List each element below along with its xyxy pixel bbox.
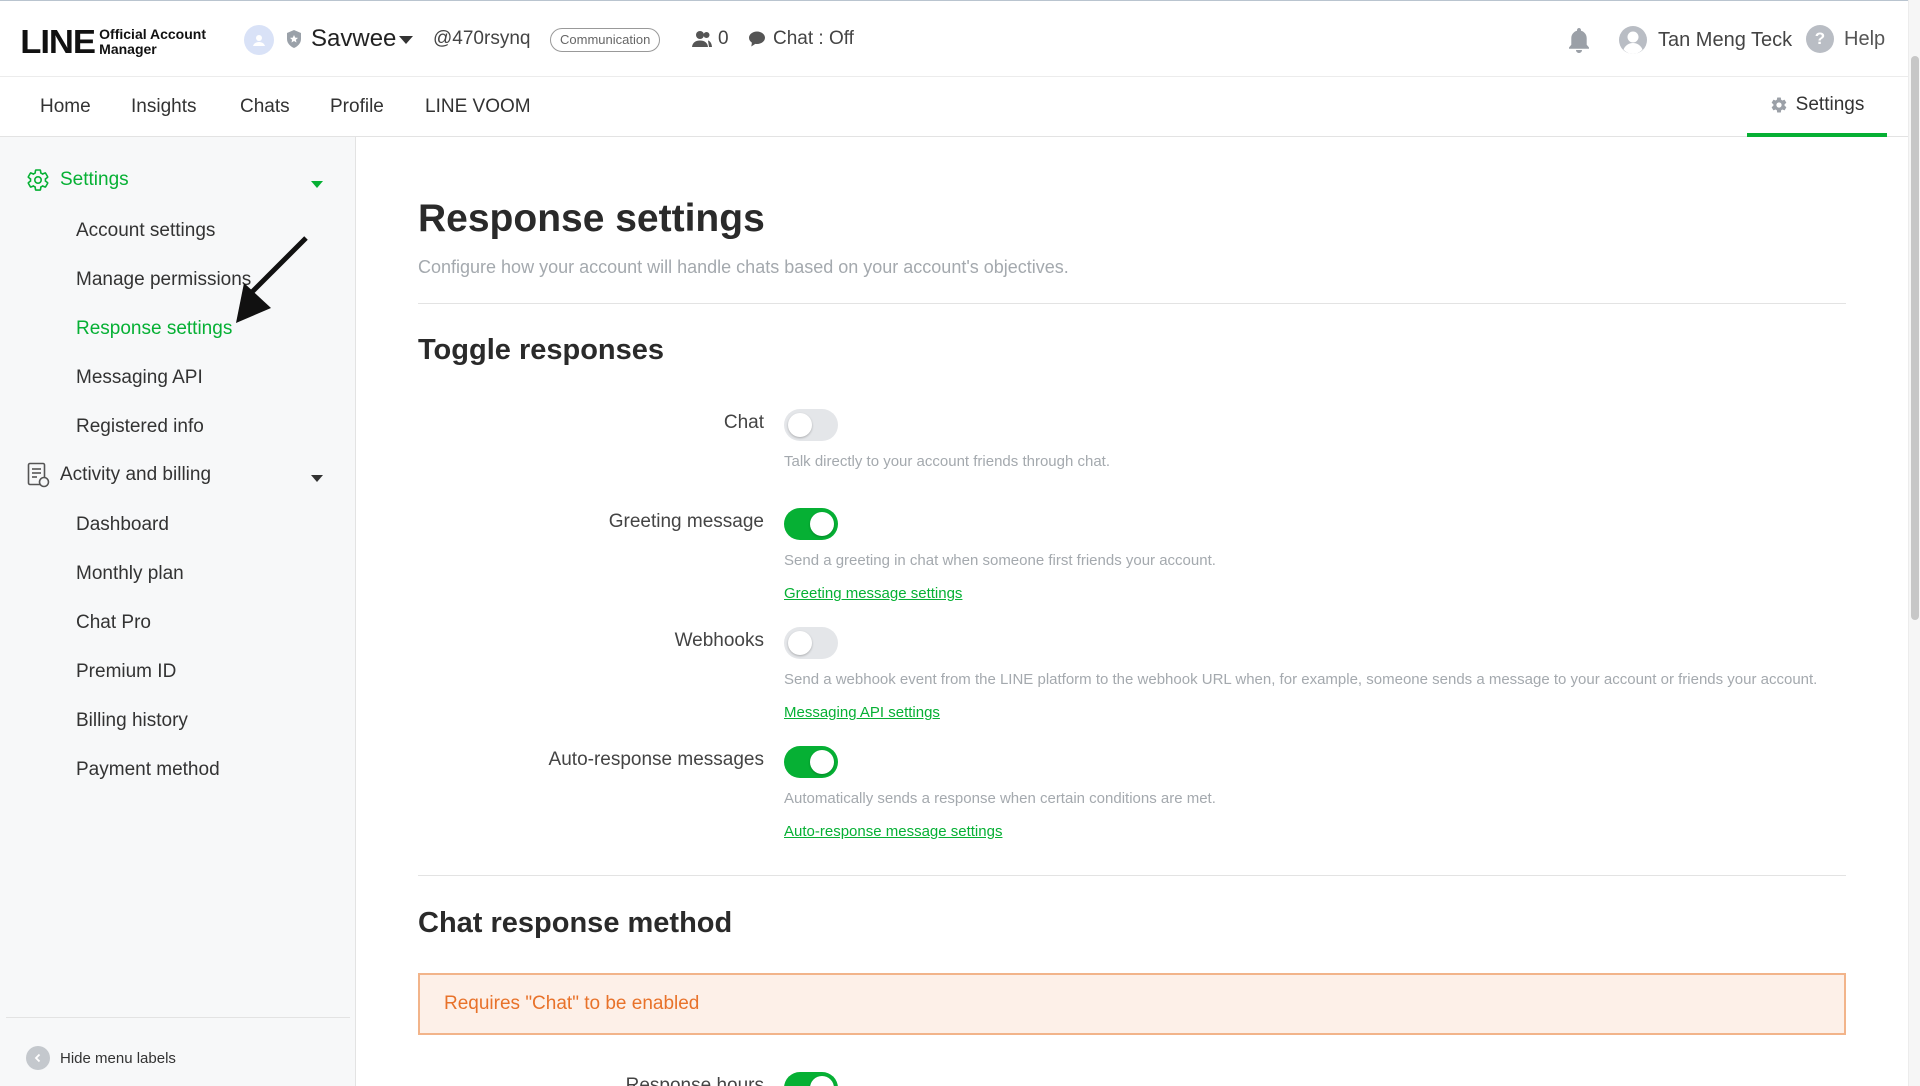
logo-subtitle-line-2: Manager bbox=[99, 41, 157, 57]
greeting-toggle-description: Send a greeting in chat when someone fir… bbox=[784, 552, 1216, 569]
account-id: @470rsynq bbox=[433, 28, 531, 49]
sidebar-item-chat-pro[interactable]: Chat Pro bbox=[76, 612, 151, 634]
chat-toggle[interactable] bbox=[784, 409, 838, 441]
receipt-icon bbox=[27, 462, 50, 488]
webhooks-toggle-label: Webhooks bbox=[674, 630, 764, 651]
chat-status-label: Chat : Off bbox=[773, 28, 854, 49]
chevron-left-icon bbox=[26, 1046, 50, 1070]
toggle-knob bbox=[788, 631, 812, 655]
page-description: Configure how your account will handle c… bbox=[418, 257, 1069, 277]
main-nav: Home Insights Chats Profile LINE VOOM Se… bbox=[0, 77, 1908, 137]
sidebar-section-settings-label: Settings bbox=[60, 169, 129, 190]
sidebar-item-response-settings[interactable]: Response settings bbox=[76, 318, 232, 340]
toggle-knob bbox=[810, 512, 834, 536]
sidebar-item-dashboard[interactable]: Dashboard bbox=[76, 514, 169, 536]
friends-icon bbox=[692, 31, 712, 47]
toggle-knob bbox=[810, 1076, 834, 1086]
toggle-knob bbox=[810, 750, 834, 774]
page-scrollbar[interactable] bbox=[1908, 0, 1920, 1086]
greeting-message-settings-link[interactable]: Greeting message settings bbox=[784, 585, 962, 602]
help-label: Help bbox=[1844, 27, 1886, 50]
user-avatar-icon bbox=[1619, 26, 1647, 54]
notifications-bell-icon[interactable] bbox=[1565, 26, 1593, 59]
account-name[interactable]: Savwee bbox=[311, 25, 396, 53]
sidebar-item-registered-info[interactable]: Registered info bbox=[76, 416, 204, 438]
person-icon bbox=[253, 35, 265, 46]
settings-chevron-down-icon[interactable] bbox=[311, 181, 323, 188]
sidebar-item-account-settings[interactable]: Account settings bbox=[76, 220, 215, 242]
nav-home[interactable]: Home bbox=[40, 96, 91, 118]
sidebar-item-messaging-api[interactable]: Messaging API bbox=[76, 367, 203, 389]
top-bar: LINE Official Account Manager Savwee @47… bbox=[0, 0, 1920, 77]
line-oa-logo[interactable]: LINE Official Account Manager bbox=[20, 23, 206, 61]
warning-text: Requires "Chat" to be enabled bbox=[444, 993, 700, 1014]
toggle-responses-title: Toggle responses bbox=[418, 334, 665, 366]
sidebar-divider bbox=[6, 1017, 350, 1018]
logo-subtitle-line-1: Official Account bbox=[99, 26, 206, 42]
account-avatar[interactable] bbox=[244, 25, 274, 55]
auto-response-toggle-label: Auto-response messages bbox=[548, 749, 764, 770]
gear-icon bbox=[1771, 97, 1786, 113]
user-menu[interactable]: Tan Meng Teck bbox=[1618, 25, 1792, 55]
nav-profile[interactable]: Profile bbox=[330, 96, 384, 118]
nav-chats[interactable]: Chats bbox=[240, 96, 290, 118]
hide-menu-labels-button[interactable]: Hide menu labels bbox=[26, 1046, 176, 1070]
help-link[interactable]: ? Help bbox=[1806, 25, 1885, 53]
response-hours-label: Response hours bbox=[625, 1075, 764, 1086]
webhooks-toggle-description: Send a webhook event from the LINE platf… bbox=[784, 671, 1818, 688]
greeting-message-toggle[interactable] bbox=[784, 508, 838, 540]
chat-toggle-label: Chat bbox=[723, 412, 764, 433]
nav-line-voom[interactable]: LINE VOOM bbox=[425, 96, 531, 118]
account-switch-chevron-down-icon[interactable] bbox=[399, 36, 413, 44]
divider bbox=[418, 875, 1846, 876]
auto-response-toggle[interactable] bbox=[784, 746, 838, 778]
scrollbar-thumb[interactable] bbox=[1911, 56, 1919, 620]
chat-status: Chat : Off bbox=[748, 28, 854, 50]
hide-menu-labels-label: Hide menu labels bbox=[60, 1049, 176, 1067]
nav-insights[interactable]: Insights bbox=[131, 96, 196, 118]
auto-response-toggle-description: Automatically sends a response when cert… bbox=[784, 790, 1216, 807]
chat-bubble-icon bbox=[749, 31, 765, 47]
friends-count-value: 0 bbox=[718, 28, 729, 49]
activity-chevron-down-icon[interactable] bbox=[311, 475, 323, 482]
sidebar-item-monthly-plan[interactable]: Monthly plan bbox=[76, 563, 184, 585]
user-name: Tan Meng Teck bbox=[1658, 28, 1793, 51]
divider bbox=[418, 303, 1846, 304]
friends-count: 0 bbox=[692, 28, 729, 50]
messaging-api-settings-link[interactable]: Messaging API settings bbox=[784, 704, 940, 721]
toggle-knob bbox=[788, 413, 812, 437]
sidebar-section-activity-label: Activity and billing bbox=[60, 464, 212, 485]
page-title: Response settings bbox=[418, 197, 765, 240]
logo-wordmark: LINE bbox=[20, 23, 96, 60]
sidebar-item-payment-method[interactable]: Payment method bbox=[76, 759, 220, 781]
help-question-icon: ? bbox=[1806, 25, 1834, 53]
nav-settings-label: Settings bbox=[1795, 94, 1865, 115]
sidebar-section-activity-billing[interactable]: Activity and billing bbox=[26, 462, 211, 488]
logo-subtitle: Official Account Manager bbox=[99, 27, 206, 57]
greeting-toggle-label: Greeting message bbox=[608, 511, 764, 532]
sidebar-section-settings[interactable]: Settings bbox=[26, 168, 129, 192]
sidebar-item-billing-history[interactable]: Billing history bbox=[76, 710, 188, 732]
nav-settings-tab[interactable]: Settings bbox=[1747, 77, 1887, 137]
settings-gear-icon bbox=[27, 169, 49, 191]
verified-shield-icon bbox=[286, 29, 302, 54]
chat-toggle-description: Talk directly to your account friends th… bbox=[784, 453, 1111, 470]
requires-chat-warning: Requires "Chat" to be enabled bbox=[418, 973, 1846, 1035]
chat-response-method-title: Chat response method bbox=[418, 907, 733, 939]
response-hours-toggle[interactable] bbox=[784, 1072, 838, 1086]
annotation-arrow-icon bbox=[236, 236, 308, 323]
category-badge: Communication bbox=[550, 28, 661, 52]
sidebar-item-premium-id[interactable]: Premium ID bbox=[76, 661, 176, 683]
auto-response-settings-link[interactable]: Auto-response message settings bbox=[784, 823, 1002, 840]
webhooks-toggle[interactable] bbox=[784, 627, 838, 659]
